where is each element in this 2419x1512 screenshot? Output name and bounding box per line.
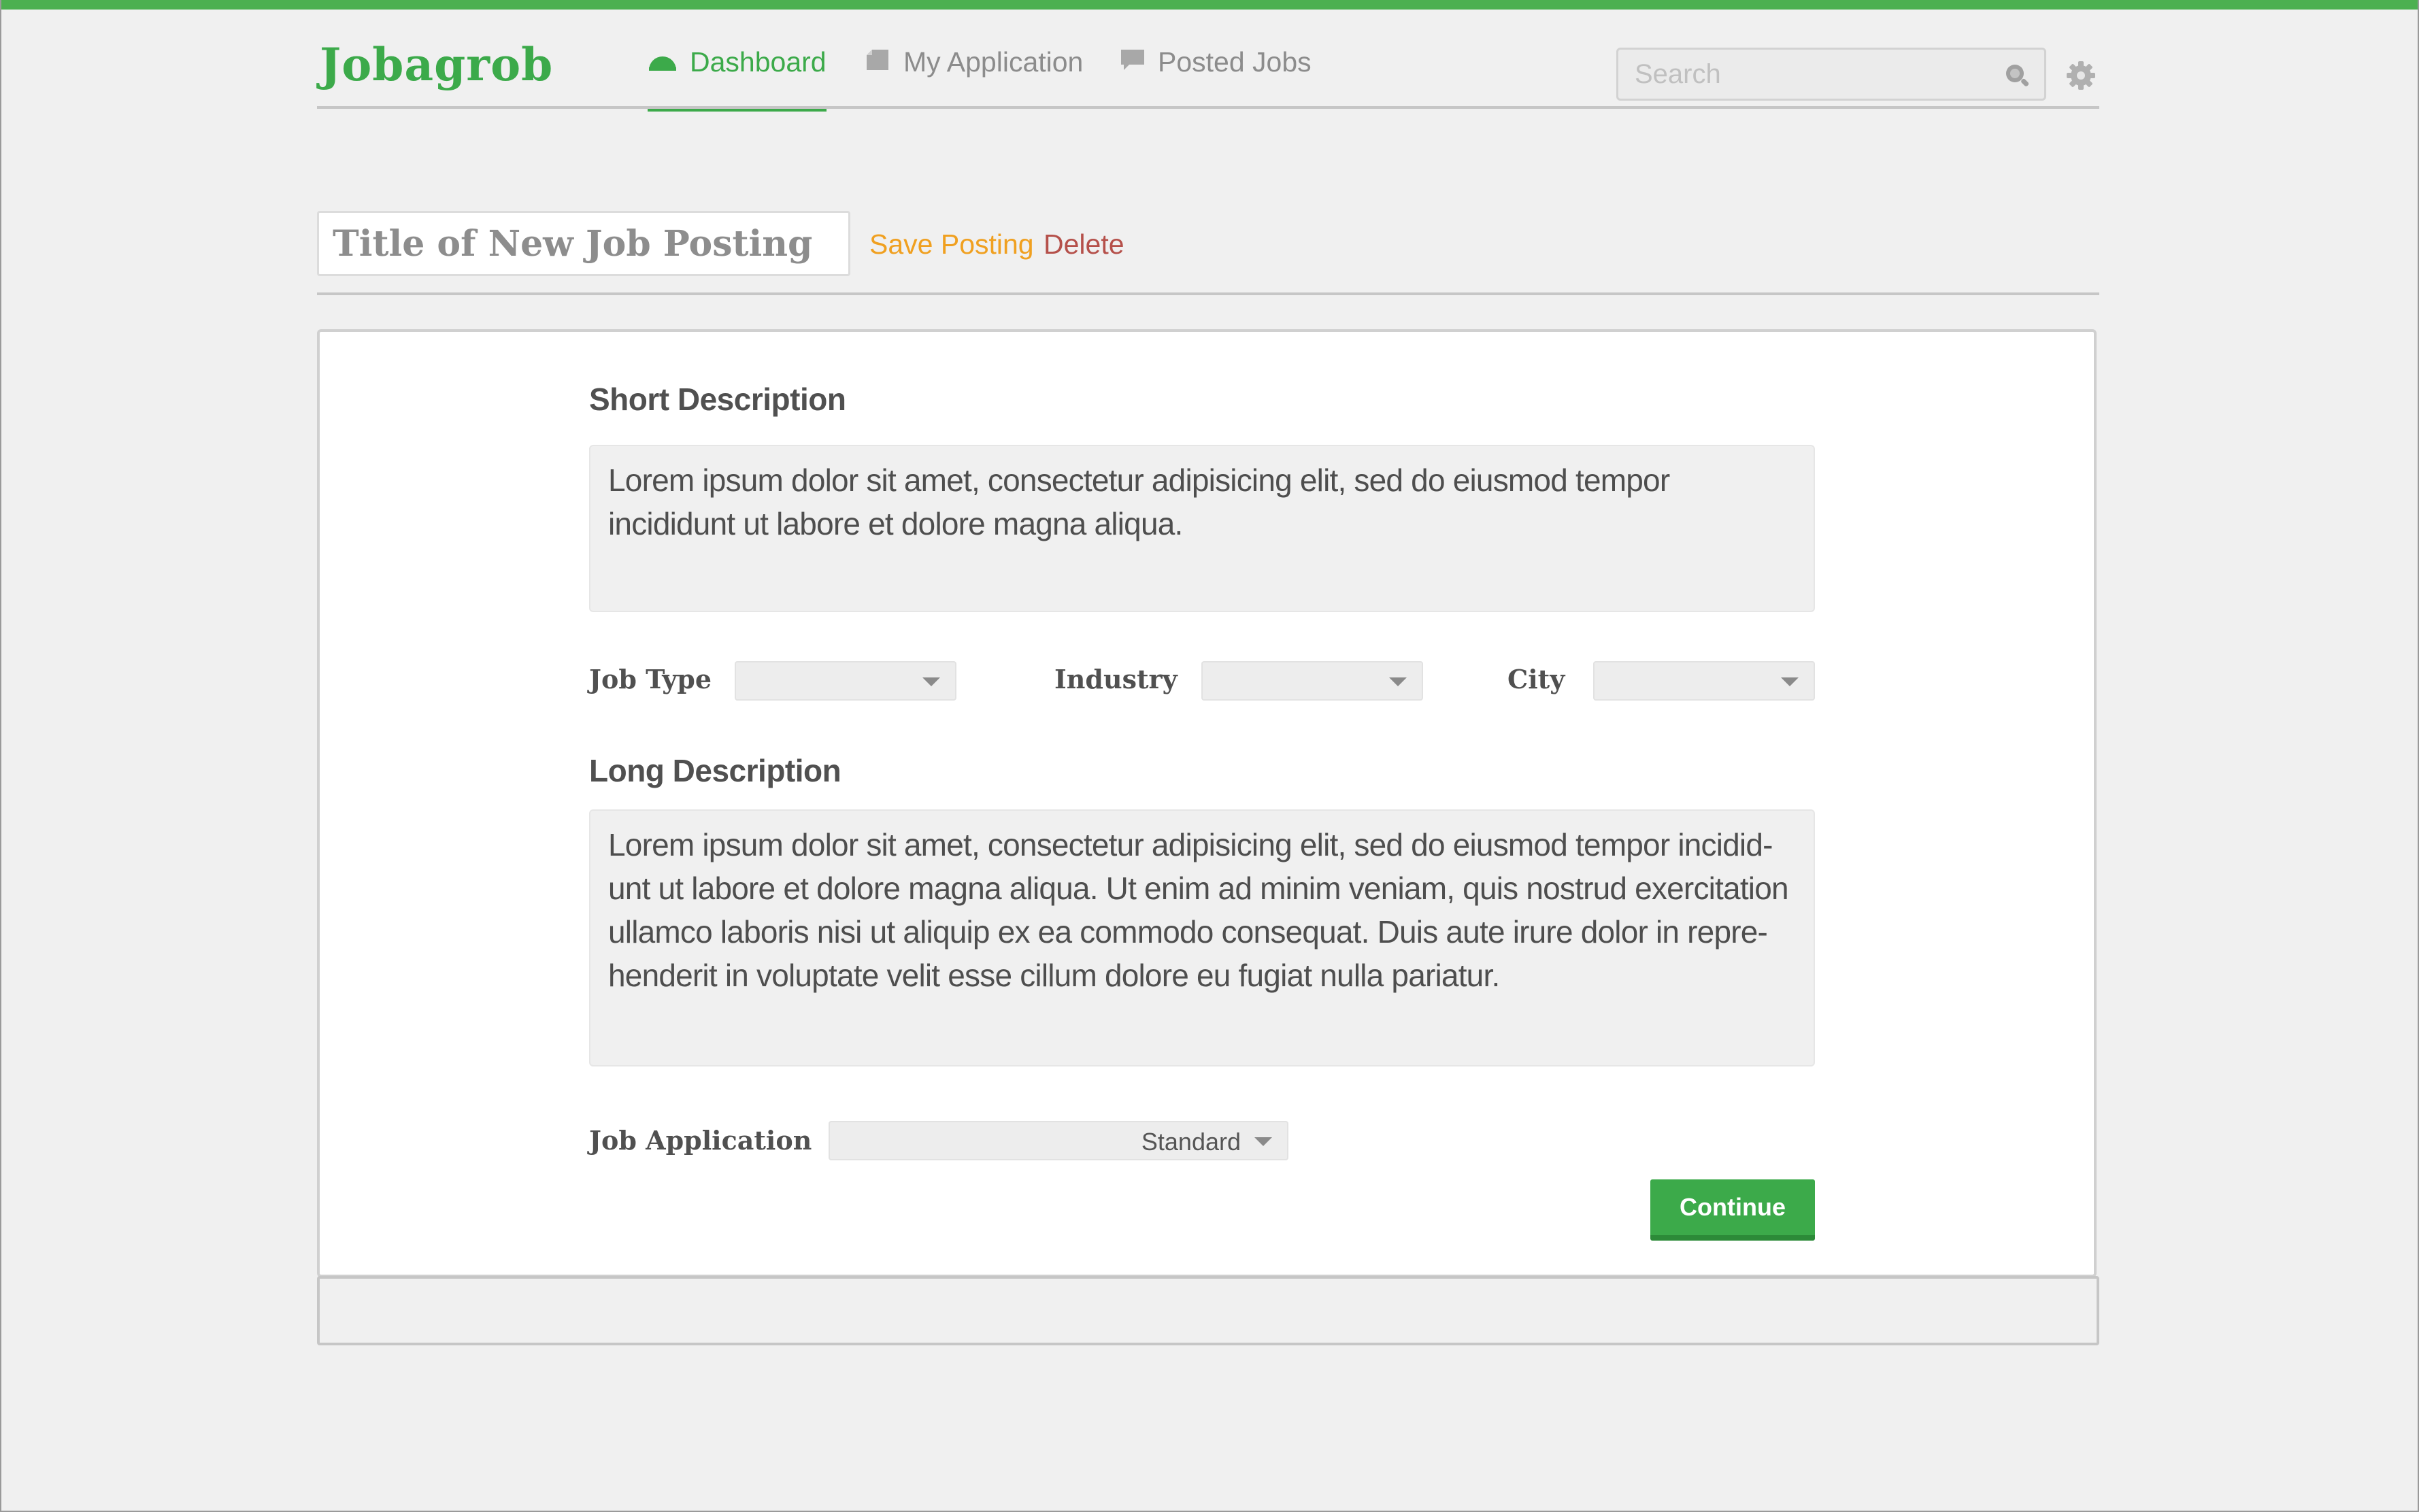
job-type-select[interactable] bbox=[735, 661, 956, 701]
search-input[interactable] bbox=[1633, 50, 1987, 99]
document-icon bbox=[865, 46, 891, 78]
header: Jobagrob Dashboard My Application Posted… bbox=[317, 10, 2099, 112]
continue-button[interactable]: Continue bbox=[1650, 1179, 1815, 1241]
long-description-label: Long Description bbox=[589, 753, 841, 788]
job-application-value: Standard bbox=[1141, 1128, 1241, 1156]
chevron-down-icon bbox=[922, 677, 940, 686]
city-label: City bbox=[1507, 664, 1565, 694]
chat-bubble-icon bbox=[1120, 46, 1146, 78]
short-description-label: Short Description bbox=[589, 382, 846, 417]
chevron-down-icon bbox=[1254, 1137, 1272, 1146]
job-title-input[interactable] bbox=[317, 211, 850, 276]
job-application-select[interactable]: Standard bbox=[829, 1121, 1288, 1160]
nav-item-posted-jobs[interactable]: Posted Jobs bbox=[1120, 10, 1312, 109]
nav-item-my-application[interactable]: My Application bbox=[865, 10, 1083, 109]
gear-icon[interactable] bbox=[2065, 60, 2097, 91]
long-description-textarea[interactable]: Lorem ipsum dolor sit amet, consectetur … bbox=[589, 809, 1815, 1066]
dashboard-icon bbox=[648, 46, 678, 78]
posting-title-row: Save Posting Delete bbox=[317, 211, 2099, 295]
job-form-card: Short Description Lorem ipsum dolor sit … bbox=[317, 329, 2097, 1277]
nav-item-label: My Application bbox=[903, 46, 1084, 78]
top-accent-bar bbox=[0, 0, 2419, 10]
delete-button[interactable]: Delete bbox=[1044, 229, 1124, 261]
industry-select[interactable] bbox=[1201, 661, 1423, 701]
city-select[interactable] bbox=[1593, 661, 1815, 701]
industry-label: Industry bbox=[1054, 664, 1178, 694]
job-type-label: Job Type bbox=[589, 664, 712, 694]
search-box bbox=[1616, 48, 2046, 101]
save-posting-button[interactable]: Save Posting bbox=[869, 229, 1034, 261]
card-footer bbox=[317, 1276, 2099, 1345]
nav-item-label: Posted Jobs bbox=[1158, 46, 1312, 78]
short-description-textarea[interactable]: Lorem ipsum dolor sit amet, consectetur … bbox=[589, 445, 1815, 612]
brand-logo[interactable]: Jobagrob bbox=[320, 42, 553, 87]
nav-item-dashboard[interactable]: Dashboard bbox=[648, 10, 827, 112]
job-application-label: Job Application bbox=[589, 1125, 812, 1156]
search-icon[interactable] bbox=[2003, 62, 2031, 89]
chevron-down-icon bbox=[1781, 677, 1799, 686]
chevron-down-icon bbox=[1389, 677, 1407, 686]
nav-item-label: Dashboard bbox=[690, 46, 827, 78]
